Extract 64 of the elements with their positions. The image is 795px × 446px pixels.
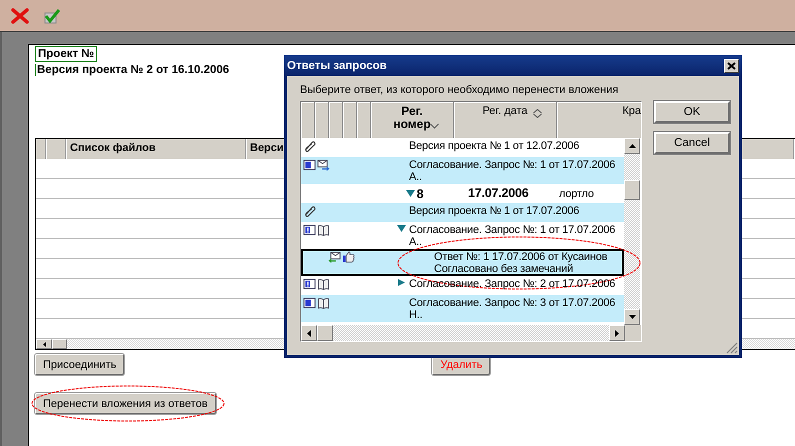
column-header — [343, 102, 357, 138]
envelope-arrow-icon — [317, 159, 330, 171]
row-text: Согласование. Запрос №: 1 от 17.07.2006 А.. — [409, 223, 616, 249]
paperclip-icon — [303, 205, 316, 217]
grid-row[interactable]: Версия проекта № 1 от 17.07.2006 — [301, 203, 624, 222]
group-number: 8 — [416, 186, 424, 200]
left-arrow-icon — [42, 342, 46, 346]
collapse-icon[interactable] — [406, 190, 415, 197]
row-text: Согласование. Запрос №: 3 от 17.07.2006 Н.. — [409, 296, 616, 322]
scroll-up-button[interactable] — [624, 138, 640, 154]
down-arrow-icon — [628, 315, 636, 319]
book-icon — [317, 278, 330, 290]
sort-icon[interactable] — [533, 109, 542, 118]
scroll-thumb[interactable] — [52, 339, 67, 349]
grid-row[interactable]: Согласование. Запрос №: 1 от 17.07.2006 А.. — [301, 222, 624, 249]
book-icon — [317, 224, 330, 236]
grid-row[interactable]: Согласование. Запрос №: 3 от 17.07.2006 Н.. — [301, 295, 624, 322]
column-header[interactable]: Кра — [622, 105, 641, 118]
close-icon — [727, 62, 736, 70]
checkmark-icon[interactable] — [43, 6, 61, 24]
envelope-arrow-icon — [328, 251, 341, 263]
sort-down-icon[interactable] — [430, 122, 439, 131]
column-header[interactable]: Рег. дата — [475, 105, 535, 118]
scroll-left-button[interactable] — [301, 325, 317, 341]
transfer-button[interactable]: Перенести вложения из ответов — [35, 393, 216, 414]
book-icon — [317, 297, 330, 309]
scrollbar-corner — [625, 325, 641, 341]
column-header: Список файлов — [67, 139, 247, 159]
thumbs-up-icon — [342, 251, 355, 263]
grid-row[interactable]: 8 17.07.2006 лортло — [301, 184, 624, 203]
column-header — [301, 102, 315, 138]
scroll-thumb[interactable] — [624, 180, 640, 200]
left-arrow-icon — [307, 330, 311, 336]
attach-button[interactable]: Присоединить — [35, 354, 124, 375]
column-header — [329, 102, 343, 138]
cancel-button[interactable]: Cancel — [654, 132, 730, 154]
dialog-prompt: Выберите ответ, из которого необходимо перенести вложения — [300, 84, 620, 98]
scroll-down-button[interactable] — [624, 309, 640, 325]
up-arrow-icon — [628, 144, 636, 148]
scroll-right-button[interactable] — [609, 325, 625, 341]
alert-icon — [303, 224, 316, 236]
row-text: Версия проекта № 1 от 17.07.2006 — [409, 204, 580, 219]
resize-grip-icon[interactable] — [726, 342, 738, 354]
scroll-left-button[interactable] — [36, 339, 52, 349]
date-text: 17.07.2006 — [467, 185, 530, 202]
scroll-thumb[interactable] — [317, 325, 333, 341]
project-label: Проект № — [35, 46, 98, 62]
column-header — [315, 102, 329, 138]
row-text: Ответ №: 1 17.07.2006 от Кусаинов Согласовано без замечаний — [434, 250, 608, 276]
expand-icon[interactable] — [397, 279, 406, 286]
close-icon[interactable] — [11, 6, 29, 24]
column-header[interactable]: Рег. номер — [382, 105, 442, 131]
summary-text: лортло — [559, 187, 594, 202]
alert-icon — [303, 278, 316, 290]
close-button[interactable] — [724, 58, 739, 72]
ok-button[interactable]: OK — [654, 101, 730, 123]
row-text: Согласование. Запрос №: 1 от 17.07.2006 А.. — [409, 158, 616, 184]
right-arrow-icon — [615, 330, 619, 336]
row-text: Версия проекта № 1 от 12.07.2006 — [409, 139, 580, 154]
paperclip-icon — [303, 140, 316, 152]
grid-row[interactable]: Согласование. Запрос №: 1 от 17.07.2006 А.. — [301, 157, 624, 184]
grid-row[interactable]: Версия проекта № 1 от 12.07.2006 — [301, 138, 624, 157]
collapse-icon[interactable] — [397, 225, 406, 232]
grid-row[interactable]: Ответ №: 1 17.07.2006 от Кусаинов Согласовано без замечаний — [301, 249, 624, 276]
